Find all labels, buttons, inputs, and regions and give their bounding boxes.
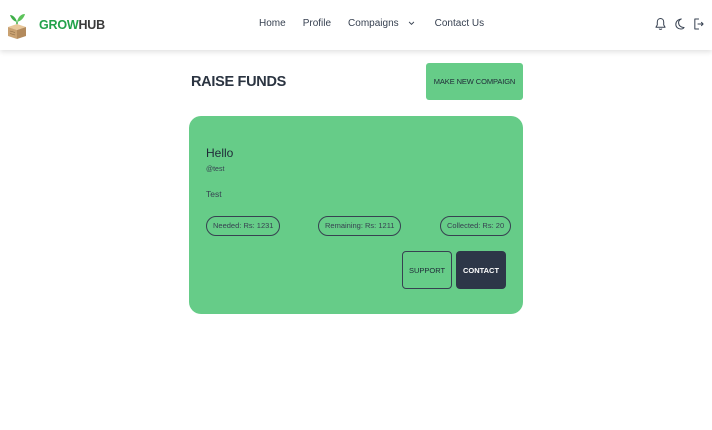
page-title: RAISE FUNDS xyxy=(191,74,286,90)
top-navbar: GROWHUB Home Profile Compaigns Contact U… xyxy=(0,0,712,50)
growhub-logo-icon xyxy=(8,14,26,39)
brand-name: GROWHUB xyxy=(39,18,105,32)
nav-icons xyxy=(655,17,704,31)
contact-button[interactable]: CONTACT xyxy=(456,251,506,289)
nav-contact-link[interactable]: Contact Us xyxy=(435,18,484,29)
make-new-campaign-button[interactable]: MAKE NEW COMPAIGN xyxy=(426,63,523,100)
chevron-down-icon xyxy=(408,21,414,26)
support-button[interactable]: SUPPORT xyxy=(402,251,452,289)
nav-campaigns-label: Compaigns xyxy=(348,18,399,29)
campaign-description: Test xyxy=(206,189,222,199)
logout-icon[interactable] xyxy=(693,17,704,31)
nav-links: Home Profile Compaigns Contact Us xyxy=(259,18,484,29)
nav-home-link[interactable]: Home xyxy=(259,18,286,29)
campaign-card: Hello @test Test Needed: Rs: 1231 Remain… xyxy=(189,116,523,314)
remaining-amount-badge: Remaining: Rs: 1211 xyxy=(318,216,402,236)
campaign-handle: @test xyxy=(206,166,225,173)
nav-campaigns-dropdown[interactable]: Compaigns xyxy=(348,18,415,29)
moon-icon[interactable] xyxy=(674,17,685,31)
campaign-title: Hello xyxy=(206,146,234,160)
brand-name-grow: GROW xyxy=(39,17,79,32)
nav-profile-link[interactable]: Profile xyxy=(303,18,331,29)
needed-amount-badge: Needed: Rs: 1231 xyxy=(206,216,281,236)
bell-icon[interactable] xyxy=(655,17,666,31)
brand[interactable]: GROWHUB xyxy=(7,10,105,39)
collected-amount-badge: Collected: Rs: 20 xyxy=(440,216,512,236)
brand-name-hub: HUB xyxy=(78,17,105,32)
